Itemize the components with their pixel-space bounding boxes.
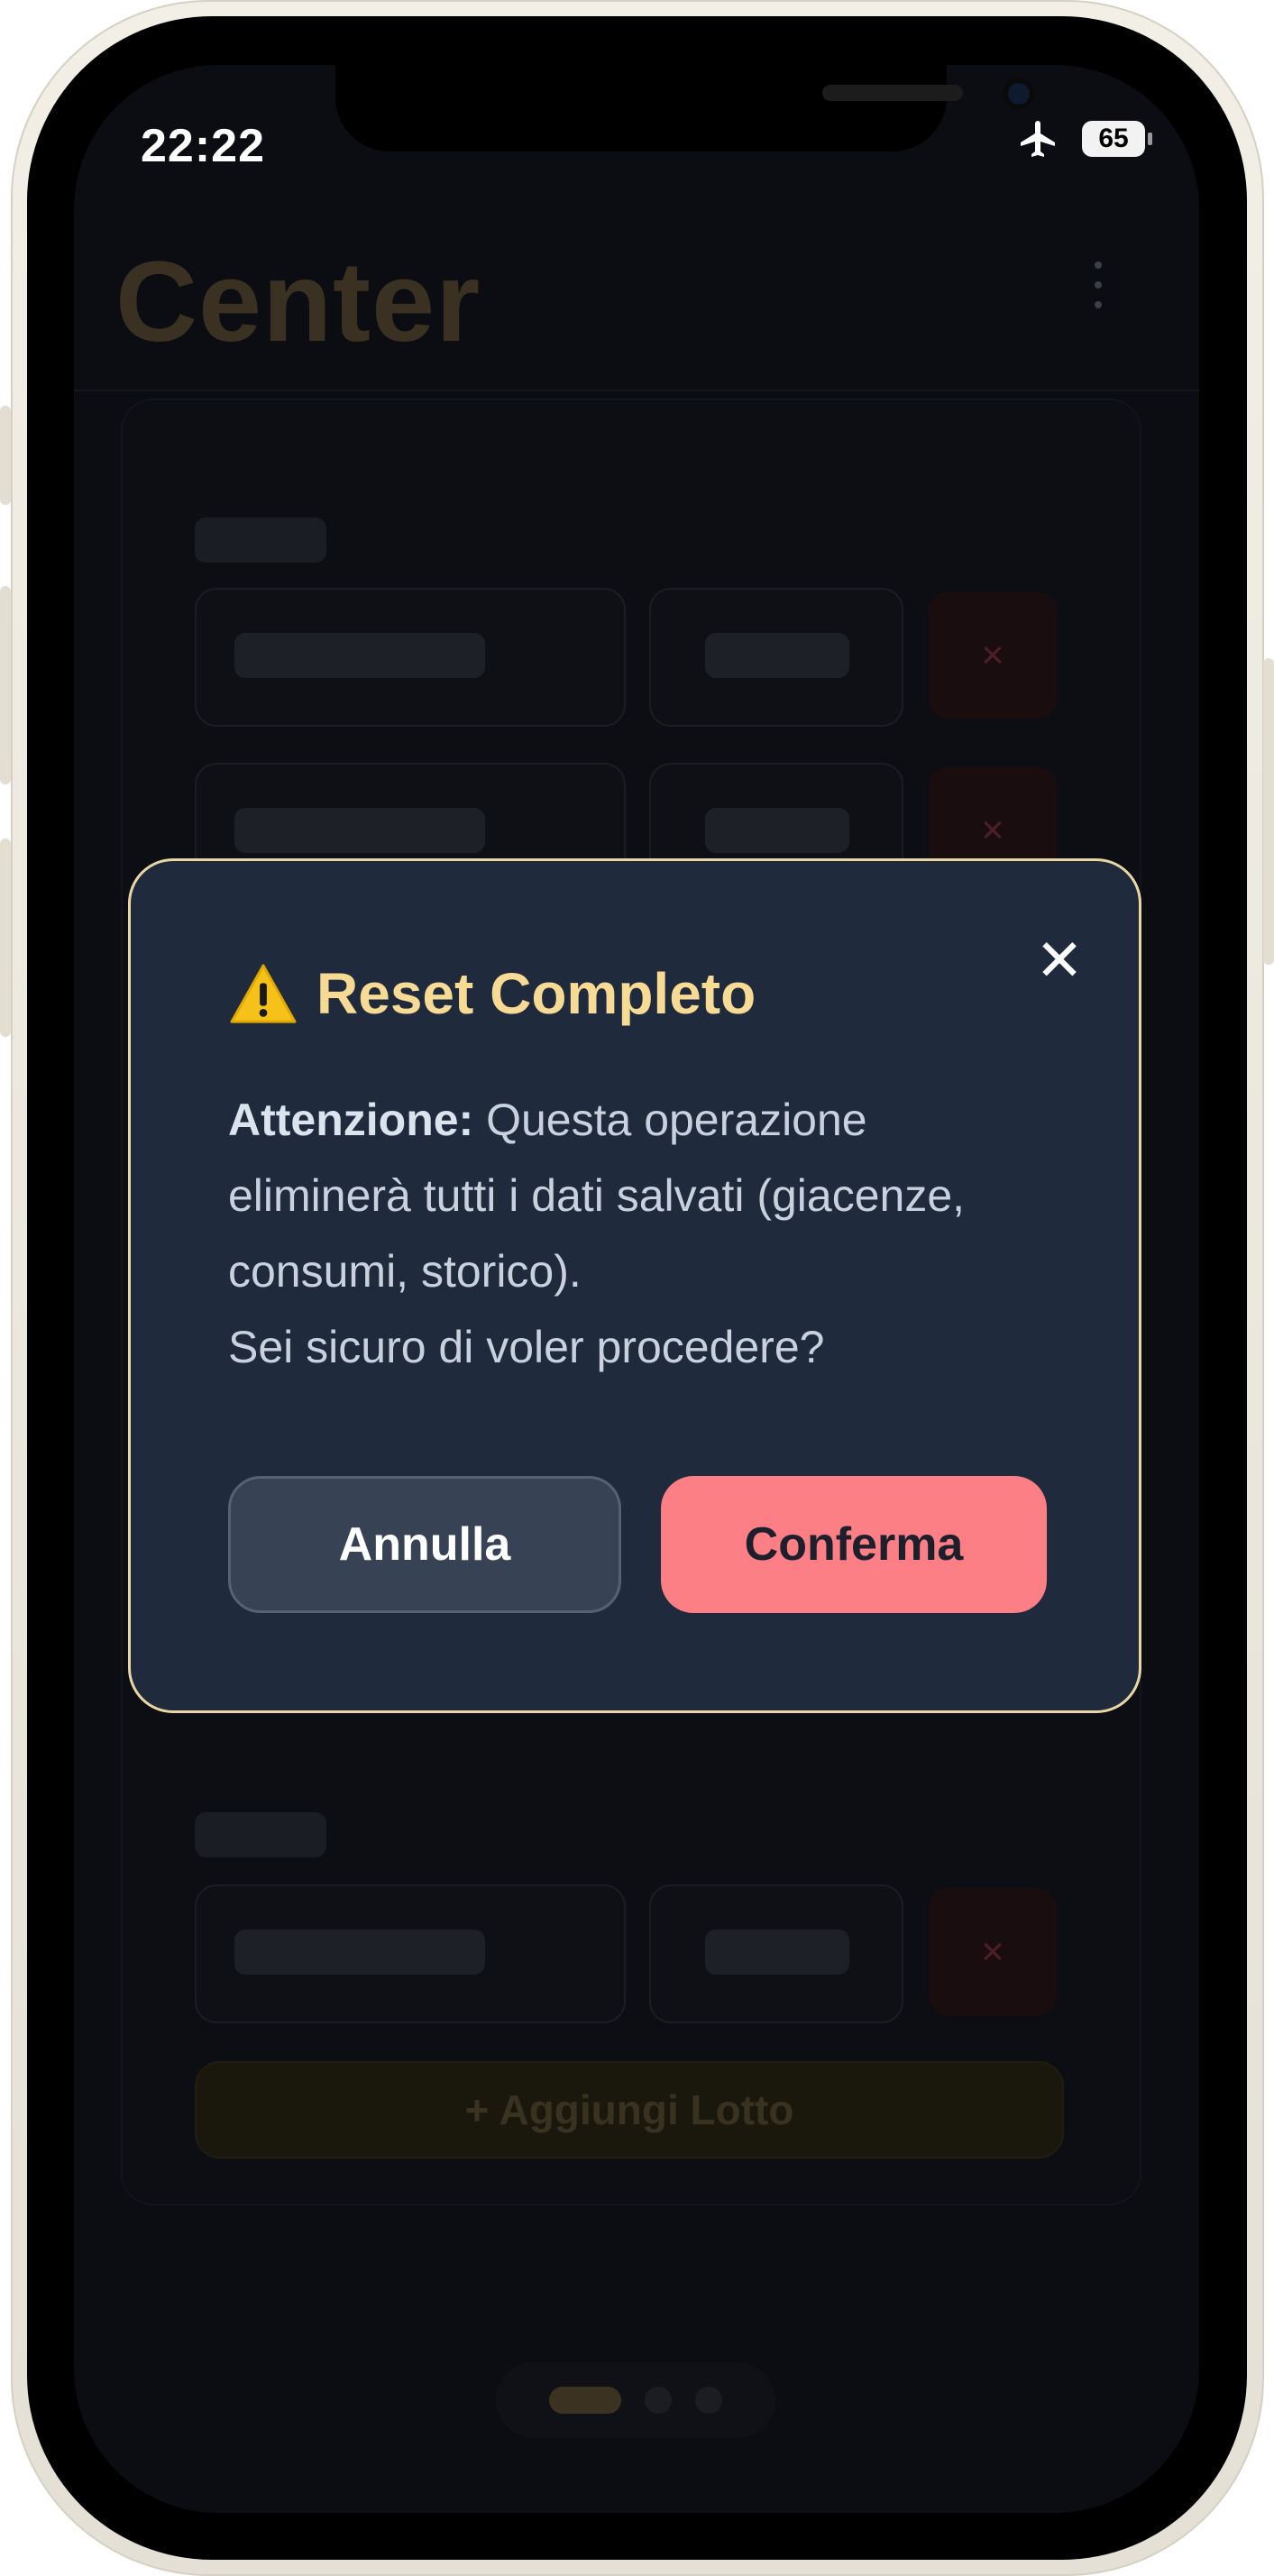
battery-indicator: 65	[1082, 121, 1152, 157]
warning-icon	[230, 964, 297, 1023]
section-label-placeholder	[195, 518, 326, 563]
earpiece-speaker	[822, 85, 963, 101]
dialog-title-text: Reset Completo	[316, 961, 756, 1026]
close-icon[interactable]: ✕	[1031, 931, 1088, 989]
notch	[335, 65, 1035, 151]
status-icons: 65	[1015, 117, 1152, 160]
page-dot[interactable]	[695, 2387, 722, 2414]
screen: Center × × × + Aggiungi Lotto 22:22 65 ✕…	[74, 65, 1199, 2513]
lot-qty-field[interactable]	[649, 1884, 903, 2023]
cancel-button[interactable]: Annulla	[228, 1476, 621, 1613]
dialog-message: Attenzione: Questa operazione eliminerà …	[228, 1082, 1058, 1385]
reset-dialog: ✕ Reset Completo Attenzione: Questa oper…	[128, 858, 1141, 1713]
page-dot-active[interactable]	[549, 2387, 621, 2414]
close-icon: ×	[981, 1930, 1004, 1974]
mute-switch	[0, 406, 11, 505]
airplane-icon	[1021, 121, 1055, 157]
confirm-button[interactable]: Conferma	[661, 1476, 1047, 1613]
delete-lot-button[interactable]: ×	[929, 591, 1057, 720]
section-label-placeholder	[195, 1812, 326, 1857]
confirmation-question: Sei sicuro di voler procedere?	[228, 1322, 825, 1372]
app-header: Center	[74, 227, 1199, 391]
page-indicator[interactable]	[496, 2362, 775, 2438]
lot-name-field[interactable]	[195, 588, 626, 727]
dialog-title: Reset Completo	[228, 960, 756, 1027]
delete-lot-button[interactable]: ×	[929, 1888, 1057, 2016]
add-lot-button[interactable]: + Aggiungi Lotto	[195, 2061, 1064, 2159]
close-icon: ×	[981, 633, 1004, 677]
app-title: Center	[115, 238, 481, 365]
page-dot[interactable]	[645, 2387, 672, 2414]
more-vertical-icon[interactable]	[1095, 261, 1102, 308]
volume-down-button	[0, 839, 11, 1037]
lot-qty-field[interactable]	[649, 588, 903, 727]
front-camera	[1003, 78, 1035, 110]
close-icon: ×	[981, 808, 1004, 852]
lot-name-field[interactable]	[195, 1884, 626, 2023]
volume-up-button	[0, 586, 11, 784]
warning-label: Attenzione:	[228, 1095, 474, 1145]
status-time: 22:22	[141, 120, 265, 172]
power-button	[1263, 658, 1274, 965]
